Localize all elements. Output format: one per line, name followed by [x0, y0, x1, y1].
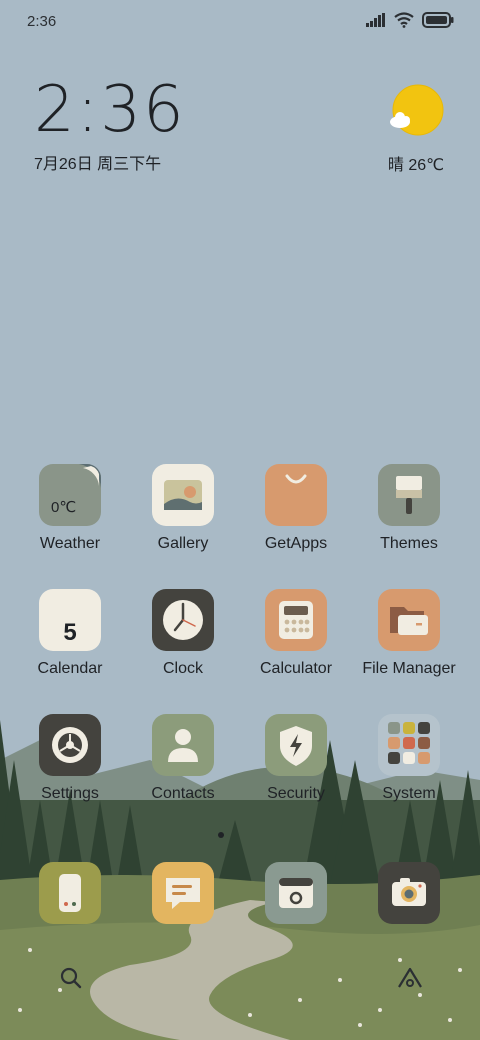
phone-icon[interactable] [39, 862, 101, 924]
app-label: Gallery [157, 535, 209, 552]
app-getapps[interactable]: GetApps [240, 464, 352, 553]
app-label: Contacts [151, 785, 215, 802]
gallery-icon [152, 464, 214, 526]
themes-icon [378, 464, 440, 526]
app-vault-icon[interactable] [396, 965, 424, 996]
contacts-icon [152, 714, 214, 776]
page-indicator [218, 832, 224, 838]
clock-widget[interactable]: 2:36 7月26日 周三下午 [34, 78, 186, 174]
browser-icon[interactable] [265, 862, 327, 924]
app-label: Calendar [37, 660, 103, 677]
app-contacts[interactable]: Contacts [127, 714, 239, 803]
clock-icon [152, 589, 214, 651]
app-label: GetApps [264, 535, 328, 552]
weather-widget[interactable]: 晴 26℃ [386, 84, 446, 175]
calendar-icon: 5 [39, 589, 101, 651]
settings-icon [39, 714, 101, 776]
app-themes[interactable]: Themes [353, 464, 465, 553]
app-label: Themes [380, 535, 438, 552]
weather-icon: 0℃ [39, 464, 101, 526]
app-calculator[interactable]: Calculator [240, 589, 352, 678]
app-label: File Manager [362, 660, 456, 677]
calculator-icon [265, 589, 327, 651]
security-icon [265, 714, 327, 776]
wifi-icon [394, 12, 414, 33]
app-file-manager[interactable]: File Manager [353, 589, 465, 678]
status-bar: 2:36 [0, 0, 480, 44]
folder-icon [378, 714, 440, 776]
status-time: 2:36 [27, 13, 57, 30]
app-calendar[interactable]: 5 Calendar [14, 589, 126, 678]
app-gallery[interactable]: Gallery [127, 464, 239, 553]
file-manager-icon [378, 589, 440, 651]
app-label: Settings [41, 785, 99, 802]
weather-icon-temp: 0℃ [51, 499, 77, 516]
search-icon[interactable] [58, 965, 84, 996]
app-label: Security [267, 785, 325, 802]
calendar-day: 5 [63, 619, 77, 646]
app-label: Clock [162, 660, 203, 677]
messages-icon[interactable] [152, 862, 214, 924]
app-security[interactable]: Security [240, 714, 352, 803]
app-system-folder[interactable]: System [353, 714, 465, 803]
camera-icon[interactable] [378, 862, 440, 924]
weather-text: 晴 26℃ [387, 157, 445, 174]
getapps-icon [265, 464, 327, 526]
app-label: Calculator [259, 660, 333, 677]
app-settings[interactable]: Settings [14, 714, 126, 803]
battery-icon [422, 12, 454, 33]
app-label: System [382, 785, 436, 802]
signal-icon [366, 13, 386, 32]
widget-time: 2:36 [34, 73, 186, 147]
app-weather[interactable]: 0℃ Weather [14, 464, 126, 553]
widget-date: 7月26日 周三下午 [34, 156, 162, 173]
app-clock[interactable]: Clock [127, 589, 239, 678]
sunny-cloud-icon [388, 84, 444, 142]
app-label: Weather [39, 535, 101, 552]
